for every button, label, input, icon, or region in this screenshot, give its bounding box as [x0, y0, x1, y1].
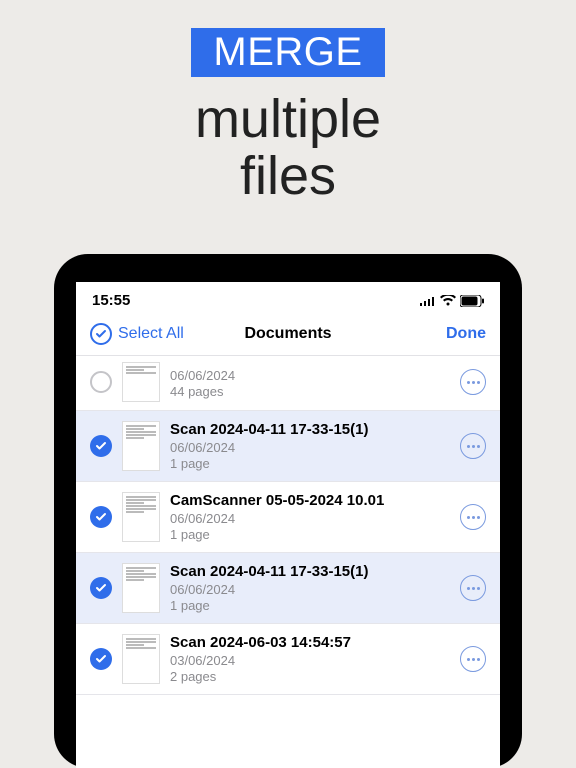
list-item[interactable]: Scan 2024-04-11 17-33-15(1) 06/06/2024 1… [76, 553, 500, 624]
thumbnail [122, 634, 160, 684]
merge-badge: MERGE [191, 28, 384, 77]
done-button[interactable]: Done [446, 325, 486, 343]
document-pages: 1 page [170, 527, 450, 542]
more-button[interactable] [460, 646, 486, 672]
document-info: 06/06/2024 44 pages [170, 366, 450, 399]
list-item[interactable]: 06/06/2024 44 pages [76, 356, 500, 411]
list-item[interactable]: CamScanner 05-05-2024 10.01 06/06/2024 1… [76, 482, 500, 553]
toolbar: Select All Documents Done [76, 315, 500, 356]
select-all-button[interactable]: Select All [90, 323, 184, 345]
thumbnail [122, 492, 160, 542]
ellipsis-icon [467, 587, 480, 590]
checkbox-checked-icon[interactable] [90, 506, 112, 528]
headline-line1: multiple [195, 89, 381, 149]
more-button[interactable] [460, 369, 486, 395]
page-title: Documents [244, 325, 331, 343]
document-info: Scan 2024-04-11 17-33-15(1) 06/06/2024 1… [170, 563, 450, 613]
more-button[interactable] [460, 575, 486, 601]
document-title: CamScanner 05-05-2024 10.01 [170, 492, 450, 509]
status-icons [420, 295, 484, 307]
checkbox-checked-icon[interactable] [90, 648, 112, 670]
thumbnail [122, 362, 160, 402]
select-all-icon [90, 323, 112, 345]
thumbnail [122, 563, 160, 613]
document-date: 06/06/2024 [170, 582, 450, 597]
device-frame: 15:55 Select All Documents Done [54, 254, 522, 768]
ellipsis-icon [467, 381, 480, 384]
document-title: Scan 2024-04-11 17-33-15(1) [170, 563, 450, 580]
signal-icon [420, 296, 436, 306]
more-button[interactable] [460, 433, 486, 459]
document-pages: 1 page [170, 456, 450, 471]
document-pages: 2 pages [170, 669, 450, 684]
status-time: 15:55 [92, 292, 130, 309]
headline-line2: files [240, 146, 336, 206]
wifi-icon [440, 295, 456, 307]
ellipsis-icon [467, 445, 480, 448]
hero: MERGE multiple files [0, 0, 576, 204]
document-pages: 1 page [170, 598, 450, 613]
document-info: Scan 2024-04-11 17-33-15(1) 06/06/2024 1… [170, 421, 450, 471]
document-date: 06/06/2024 [170, 440, 450, 455]
document-date: 06/06/2024 [170, 368, 450, 383]
document-title: Scan 2024-06-03 14:54:57 [170, 634, 450, 651]
select-all-label: Select All [118, 325, 184, 343]
document-info: CamScanner 05-05-2024 10.01 06/06/2024 1… [170, 492, 450, 542]
battery-icon [460, 295, 484, 307]
checkbox-checked-icon[interactable] [90, 435, 112, 457]
checkbox-unchecked-icon[interactable] [90, 371, 112, 393]
status-bar: 15:55 [76, 282, 500, 315]
checkbox-checked-icon[interactable] [90, 577, 112, 599]
headline: multiple files [0, 91, 576, 204]
more-button[interactable] [460, 504, 486, 530]
document-list: 06/06/2024 44 pages Scan 2024-04-11 17-3… [76, 356, 500, 695]
ellipsis-icon [467, 658, 480, 661]
document-pages: 44 pages [170, 384, 450, 399]
document-info: Scan 2024-06-03 14:54:57 03/06/2024 2 pa… [170, 634, 450, 684]
document-date: 03/06/2024 [170, 653, 450, 668]
ellipsis-icon [467, 516, 480, 519]
thumbnail [122, 421, 160, 471]
screen: 15:55 Select All Documents Done [76, 282, 500, 768]
document-date: 06/06/2024 [170, 511, 450, 526]
list-item[interactable]: Scan 2024-06-03 14:54:57 03/06/2024 2 pa… [76, 624, 500, 695]
document-title: Scan 2024-04-11 17-33-15(1) [170, 421, 450, 438]
list-item[interactable]: Scan 2024-04-11 17-33-15(1) 06/06/2024 1… [76, 411, 500, 482]
